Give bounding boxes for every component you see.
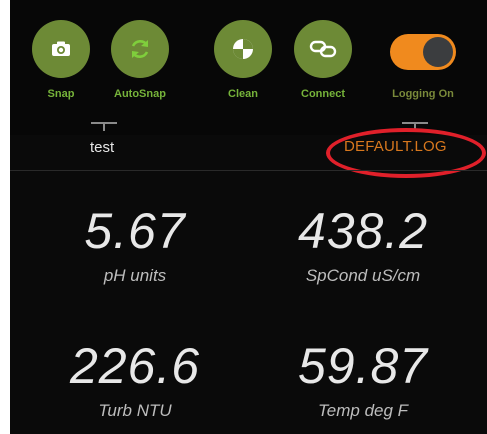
snap-label: Snap [47,88,75,100]
reading-ph: 5.67 pH units [40,206,230,286]
logging-label: Logging On [392,88,454,100]
clean-button[interactable]: Clean [206,20,280,100]
link-icon [309,40,337,58]
clean-label: Clean [228,88,258,100]
refresh-icon [131,40,149,58]
reading-value: 438.2 [297,203,429,259]
logging-toggle[interactable] [390,34,456,70]
toggle-knob [423,37,453,67]
file-name[interactable]: test [90,139,114,156]
reading-value: 226.6 [69,338,201,394]
reading-unit: pH units [103,266,167,285]
logging-control: Logging On [378,34,468,100]
connect-button[interactable]: Connect [286,20,360,100]
autosnap-label: AutoSnap [114,88,166,100]
clean-circle[interactable] [214,20,272,78]
reading-unit: SpCond uS/cm [305,266,421,285]
reading-turbidity: 226.6 Turb NTU [40,341,230,421]
toolbar: Snap AutoSnap Clean Connect Logging On [10,0,487,135]
divider [10,170,487,171]
reading-unit: Temp deg F [317,401,409,420]
snap-circle[interactable] [32,20,90,78]
reading-unit: Turb NTU [98,401,172,420]
sonde-display: Snap AutoSnap Clean Connect Logging On t… [10,0,487,434]
autosnap-button[interactable]: AutoSnap [103,20,177,100]
reading-spcond: 438.2 SpCond uS/cm [268,206,458,286]
file-name-marker [91,122,117,131]
connect-label: Connect [301,88,345,100]
clean-icon [233,39,253,59]
reading-value: 59.87 [297,338,429,394]
log-file-marker [402,122,428,131]
camera-icon [52,41,70,56]
reading-value: 5.67 [84,203,186,259]
snap-button[interactable]: Snap [24,20,98,100]
autosnap-circle[interactable] [111,20,169,78]
connect-circle[interactable] [294,20,352,78]
reading-temperature: 59.87 Temp deg F [268,341,458,421]
